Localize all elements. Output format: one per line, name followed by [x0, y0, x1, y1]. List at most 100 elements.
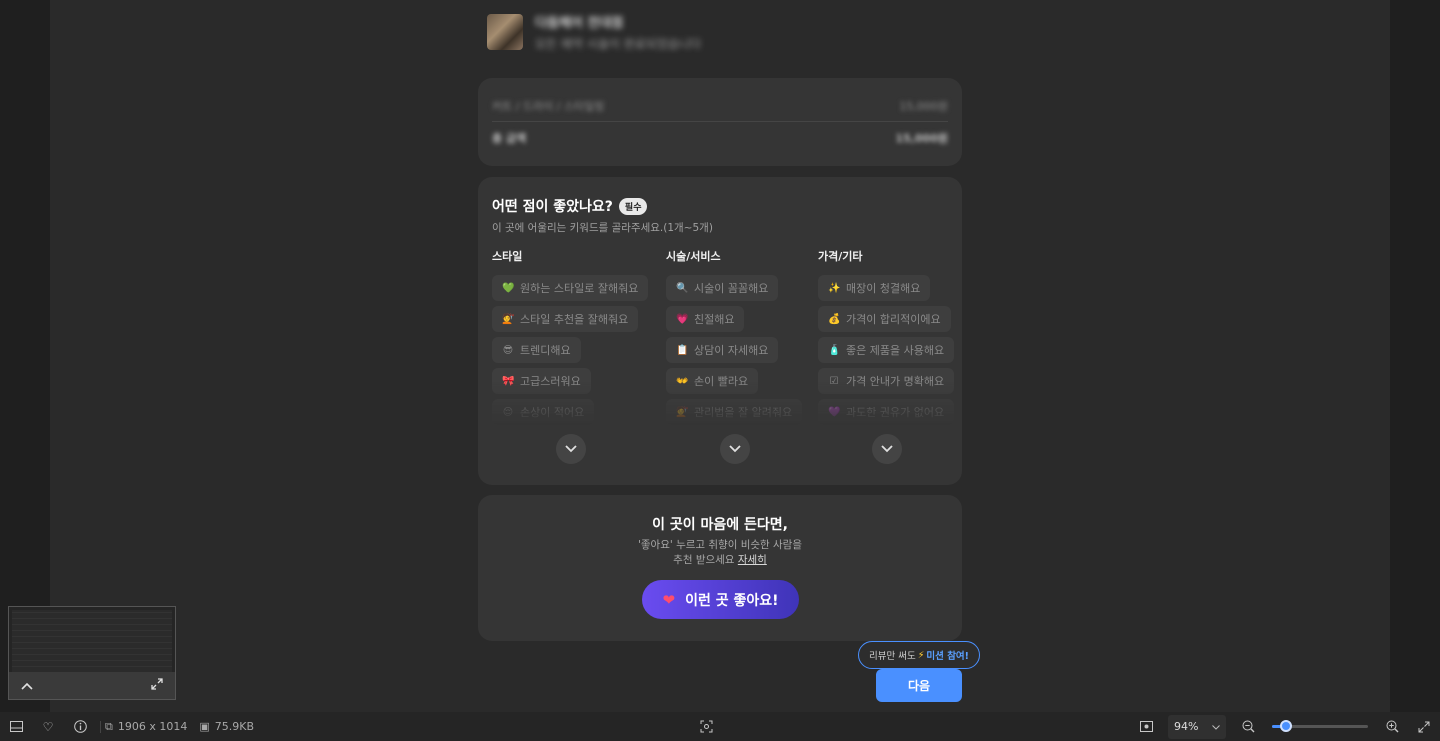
like-button-label: 이런 곳 좋아요!	[685, 592, 779, 609]
check-box-icon: ☑	[829, 375, 839, 387]
more-link[interactable]: 자세히	[738, 554, 767, 566]
dimensions-icon: ⧉	[105, 719, 113, 733]
expand-service-button[interactable]	[720, 434, 750, 464]
keyword-chip-label: 손이 빨라요	[694, 375, 749, 388]
store-subtitle: 모든 예약 시술이 완료되었습니다	[535, 37, 702, 51]
keyword-chip[interactable]: 💇 스타일 추천을 잘해줘요	[492, 306, 639, 332]
keyword-chip[interactable]: 😎 트렌디해요	[492, 337, 581, 363]
keyword-chip[interactable]: 🧴 좋은 제품을 사용해요	[818, 337, 955, 363]
keyword-chip[interactable]: 📋 상담이 자세해요	[666, 337, 779, 363]
store-thumbnail	[487, 14, 523, 50]
receipt-total-value: 15,000원	[895, 132, 948, 145]
keyword-chip-list: ✨ 매장이 청결해요 💰 가격이 합리적이에요 🧴 좋은 제품을 사용해요 ☑ 가격 안…	[818, 275, 955, 425]
keyword-column-title: 시술/서비스	[666, 250, 721, 263]
receipt-total-row: 총 금액 15,000원	[492, 130, 948, 146]
info-icon[interactable]	[64, 712, 96, 741]
heart-icon: 💗	[676, 313, 689, 325]
keyword-column-title: 스타일	[492, 250, 523, 263]
like-desc-line2: 추천 받으세요	[673, 554, 735, 566]
chevron-down-icon	[729, 445, 741, 453]
keyword-chip[interactable]: 😌 손상이 적어요	[492, 399, 595, 425]
keyword-chip[interactable]: 👐 손이 빨라요	[666, 368, 759, 394]
chevron-down-icon	[881, 445, 893, 453]
image-dimensions: ⧉ 1906 x 1014	[105, 720, 187, 734]
heart-icon: 💚	[502, 282, 515, 294]
navigator-thumbnail[interactable]	[8, 606, 176, 700]
haircut-icon: 💇	[676, 406, 689, 418]
keyword-chip-label: 매장이 청결해요	[846, 282, 921, 295]
receipt-total-label: 총 금액	[492, 132, 527, 145]
keyword-chip-label: 과도한 권유가 없어요	[846, 406, 945, 419]
keyword-chip-label: 고급스러워요	[520, 375, 581, 388]
keyword-column-price: 가격/기타 ✨ 매장이 청결해요 💰 가격이 합리적이에요 🧴 좋은 제품을 사용해요…	[818, 248, 955, 425]
required-badge: 필수	[618, 197, 648, 215]
chevron-down-icon	[1212, 720, 1220, 733]
zoom-select[interactable]: 94%	[1168, 714, 1226, 739]
keyword-chip[interactable]: ✨ 매장이 청결해요	[818, 275, 931, 301]
viewer-gutter-right	[1390, 0, 1440, 712]
like-card: 이 곳이 마음에 든다면, '좋아요' 누르고 취향이 비슷한 사람을 추천 받…	[478, 495, 962, 641]
keyword-chip[interactable]: 💜 과도한 권유가 없어요	[818, 399, 955, 425]
ribbon-icon: 🎀	[502, 375, 515, 387]
sunglasses-icon: 😎	[502, 344, 514, 356]
zoom-in-icon[interactable]	[1376, 712, 1408, 741]
keyword-chip[interactable]: 💰 가격이 합리적이에요	[818, 306, 951, 332]
like-button[interactable]: ❤ 이런 곳 좋아요!	[642, 580, 799, 619]
keyword-chip-label: 가격이 합리적이에요	[846, 313, 941, 326]
screenshot-icon[interactable]	[690, 712, 722, 741]
keyword-chip[interactable]: 💚 원하는 스타일로 잘해줘요	[492, 275, 649, 301]
keyword-chip-list: 💚 원하는 스타일로 잘해줘요 💇 스타일 추천을 잘해줘요 😎 트렌디해요 🎀 고급스…	[492, 275, 649, 425]
zoom-slider-handle[interactable]	[1280, 720, 1293, 732]
keyword-column-title: 가격/기타	[818, 250, 863, 263]
chevron-up-icon[interactable]	[21, 679, 33, 693]
sparkles-icon: ✨	[828, 282, 841, 294]
keyword-chip[interactable]: ☑ 가격 안내가 명확해요	[818, 368, 955, 394]
chevron-down-icon	[565, 445, 577, 453]
fit-screen-icon[interactable]	[1130, 712, 1162, 741]
expand-style-button[interactable]	[556, 434, 586, 464]
keywords-title-row: 어떤 점이 좋았나요? 필수	[492, 196, 648, 216]
keyword-chip-list: 🔍 시술이 꼼꼼해요 💗 친절해요 📋 상담이 자세해요 👐 손이 빨라요 💇 관리법을 …	[666, 275, 803, 425]
keyword-chip-label: 좋은 제품을 사용해요	[846, 344, 945, 357]
keyword-chip[interactable]: 💗 친절해요	[666, 306, 745, 332]
store-name: 다듬헤어 전대점	[535, 16, 624, 31]
heart-outline-icon[interactable]: ♡	[32, 712, 64, 741]
haircut-icon: 💇	[502, 313, 515, 325]
clipboard-icon: 📋	[676, 344, 689, 356]
filesize-text: 75.9KB	[214, 720, 255, 733]
mission-tooltip: 리뷰만 써도 ⚡ 미션 참여!	[858, 641, 981, 669]
mission-highlight: 미션 참여!	[926, 651, 970, 662]
keyword-chip[interactable]: 🔍 시술이 꼼꼼해요	[666, 275, 779, 301]
divider	[100, 720, 101, 733]
keyword-chip[interactable]: 🎀 고급스러워요	[492, 368, 591, 394]
heart-icon: ❤	[662, 590, 676, 609]
viewer-statusbar: ♡ ⧉ 1906 x 1014 ▣ 75.9KB 94%	[0, 712, 1440, 741]
expand-price-button[interactable]	[872, 434, 902, 464]
zoom-value: 94%	[1174, 720, 1199, 733]
hands-icon: 👐	[676, 375, 689, 387]
magnifier-icon: 🔍	[676, 282, 689, 294]
zoom-out-icon[interactable]	[1232, 712, 1264, 741]
heart-icon: 💜	[828, 406, 841, 418]
keyword-chip[interactable]: 💇 관리법을 잘 알려줘요	[666, 399, 803, 425]
zoom-slider[interactable]	[1272, 720, 1368, 732]
keyword-chip-label: 관리법을 잘 알려줘요	[694, 406, 793, 419]
relieved-face-icon: 😌	[502, 406, 514, 418]
fullscreen-icon[interactable]	[1408, 712, 1440, 741]
file-icon: ▣	[199, 720, 210, 733]
keyword-column-style: 스타일 💚 원하는 스타일로 잘해줘요 💇 스타일 추천을 잘해줘요 😎 트렌디해요 …	[492, 248, 649, 425]
keyword-column-service: 시술/서비스 🔍 시술이 꼼꼼해요 💗 친절해요 📋 상담이 자세해요 👐 손이 빨라요…	[666, 248, 803, 425]
receipt-item-value: 15,000원	[899, 100, 948, 113]
dimensions-text: 1906 x 1014	[117, 720, 188, 733]
keyword-chip-label: 가격 안내가 명확해요	[846, 375, 945, 388]
store-header: 다듬헤어 전대점 모든 예약 시술이 완료되었습니다	[487, 12, 701, 52]
like-desc-line1: '좋아요' 누르고 취향이 비슷한 사람을	[637, 539, 803, 551]
panel-icon[interactable]	[0, 712, 32, 741]
keyword-chip-label: 스타일 추천을 잘해줘요	[520, 313, 629, 326]
keyword-chip-label: 시술이 꼼꼼해요	[694, 282, 769, 295]
like-description: '좋아요' 누르고 취향이 비슷한 사람을 추천 받으세요 자세히	[478, 538, 962, 568]
next-button[interactable]: 다음	[876, 669, 962, 702]
image-filesize: ▣ 75.9KB	[199, 720, 254, 733]
mission-prefix: 리뷰만 써도	[869, 651, 916, 662]
expand-icon[interactable]	[151, 678, 163, 693]
